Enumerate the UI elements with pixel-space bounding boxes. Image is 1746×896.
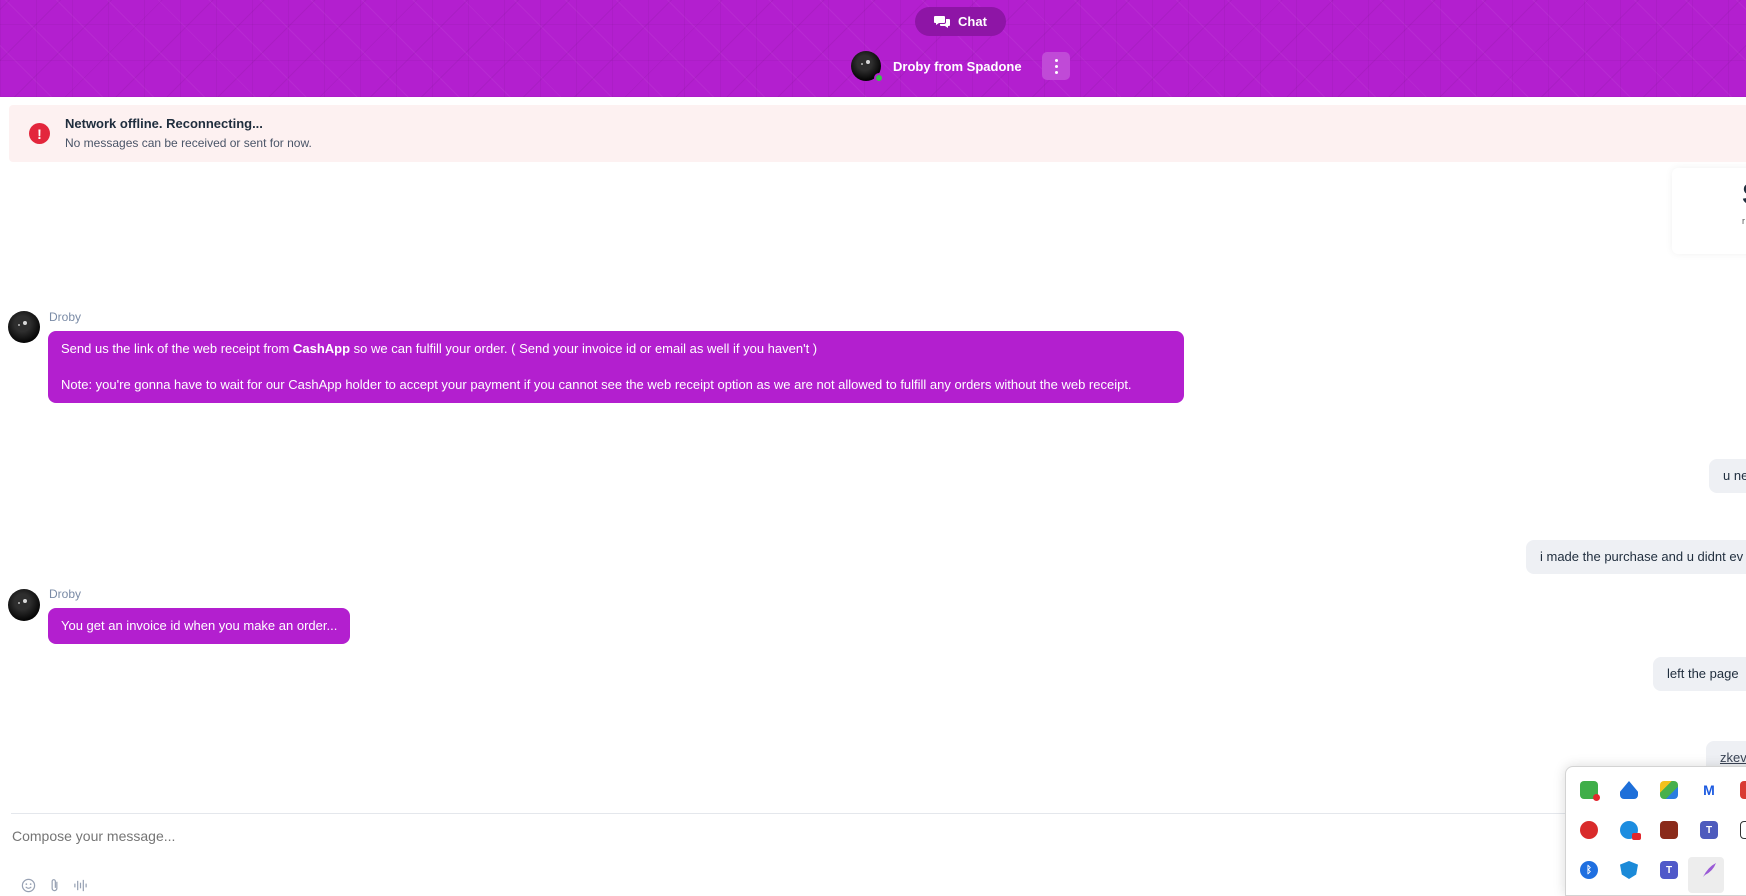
user-message-bubble: i made the purchase and u didnt ev: [1526, 540, 1746, 574]
message-line: Send us the link of the web receipt from…: [61, 340, 1171, 358]
message-text: so we can fulfill your order. ( Send you…: [350, 341, 818, 356]
composer-toolbar: [20, 877, 89, 894]
bluestacks-icon[interactable]: [1660, 781, 1678, 799]
agent-name: Droby from Spadone: [893, 58, 1022, 74]
banner-title: Network offline. Reconnecting...: [65, 116, 263, 131]
red-badge-app-icon[interactable]: [1620, 821, 1641, 840]
message-text: Send us the link of the web receipt from: [61, 341, 293, 356]
more-dot-icon: [1054, 64, 1058, 68]
teams-icon[interactable]: T: [1700, 821, 1718, 839]
system-tray-overflow: M T ᛒ T: [1565, 766, 1746, 896]
more-dot-icon: [1054, 70, 1058, 74]
user-message-bubble: u ne: [1709, 459, 1746, 493]
chat-bubbles-icon: [934, 15, 951, 28]
teams-classic-icon[interactable]: T: [1660, 861, 1678, 879]
user-message-bubble: left the page: [1653, 657, 1746, 691]
defender-warning-icon[interactable]: [1620, 861, 1638, 879]
bluetooth-icon[interactable]: ᛒ: [1580, 861, 1598, 879]
message-bold-text: CashApp: [292, 341, 351, 356]
side-card: S r: [1672, 168, 1746, 254]
sender-avatar: [8, 311, 40, 343]
message-text: i made the purchase and u didnt ev: [1540, 549, 1744, 564]
chat-page: Chat Droby from Spadone ! Network offlin…: [0, 0, 1746, 896]
message-sender: Droby: [49, 310, 82, 324]
message-note: Note: you're gonna have to wait for our …: [61, 377, 1132, 392]
sender-avatar: [8, 589, 40, 621]
banner-subtitle: No messages can be received or sent for …: [65, 136, 312, 150]
message-sender: Droby: [49, 587, 82, 601]
more-dot-icon: [1054, 58, 1058, 62]
message-app-icon[interactable]: [1580, 821, 1598, 839]
security-check-icon[interactable]: [1580, 781, 1600, 801]
side-card-text: r: [1742, 216, 1745, 226]
compose-message-input[interactable]: [12, 828, 1312, 844]
feather-icon[interactable]: [1700, 861, 1718, 879]
online-status-dot: [874, 73, 884, 83]
game-app-icon[interactable]: [1660, 821, 1678, 839]
alert-icon: !: [29, 123, 50, 144]
agent-avatar: [851, 51, 884, 83]
side-card-heading: S: [1742, 178, 1746, 212]
attachment-icon[interactable]: [46, 877, 63, 894]
chat-header: Chat Droby from Spadone: [0, 0, 1746, 97]
message-link[interactable]: zkev: [1720, 750, 1746, 765]
message-text: left the page: [1667, 666, 1739, 681]
emoji-icon[interactable]: [20, 877, 37, 894]
composer-divider: [11, 813, 1746, 814]
chat-tab-button[interactable]: Chat: [915, 7, 1006, 36]
message-text: u ne: [1723, 468, 1746, 483]
more-options-button[interactable]: [1042, 52, 1070, 80]
malwarebytes-icon[interactable]: M: [1700, 781, 1718, 799]
message-text: You get an invoice id when you make an o…: [61, 618, 338, 633]
window-icon[interactable]: [1740, 821, 1746, 839]
agent-info: Droby from Spadone: [851, 51, 1022, 83]
upload-icon[interactable]: [1620, 781, 1638, 799]
red-app-icon[interactable]: [1740, 781, 1746, 799]
agent-message-bubble: You get an invoice id when you make an o…: [48, 608, 351, 644]
network-offline-banner: ! Network offline. Reconnecting... No me…: [9, 105, 1746, 162]
agent-message-bubble: Send us the link of the web receipt from…: [48, 331, 1184, 403]
voice-icon[interactable]: [72, 877, 89, 894]
chat-tab-label: Chat: [958, 14, 987, 29]
